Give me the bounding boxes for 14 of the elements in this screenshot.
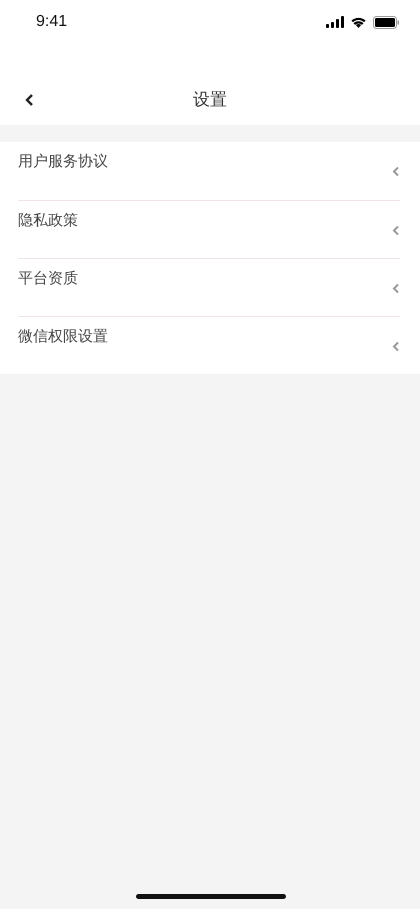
- signal-icon: [326, 16, 344, 28]
- menu-item[interactable]: 平台资质: [18, 258, 400, 316]
- status-time: 9:41: [36, 13, 68, 31]
- chevron-icon: [392, 166, 400, 177]
- chevron-icon: [392, 341, 400, 352]
- chevron-icon: [392, 283, 400, 294]
- battery-icon: [373, 16, 400, 28]
- wifi-icon: [350, 16, 367, 28]
- menu-item[interactable]: 用户服务协议: [0, 142, 420, 200]
- back-icon: [24, 93, 36, 107]
- menu-item[interactable]: 隐私政策: [18, 200, 400, 258]
- chevron-icon: [392, 225, 400, 236]
- page-title: 设置: [193, 89, 227, 111]
- menu-item[interactable]: 微信权限设置: [18, 316, 400, 374]
